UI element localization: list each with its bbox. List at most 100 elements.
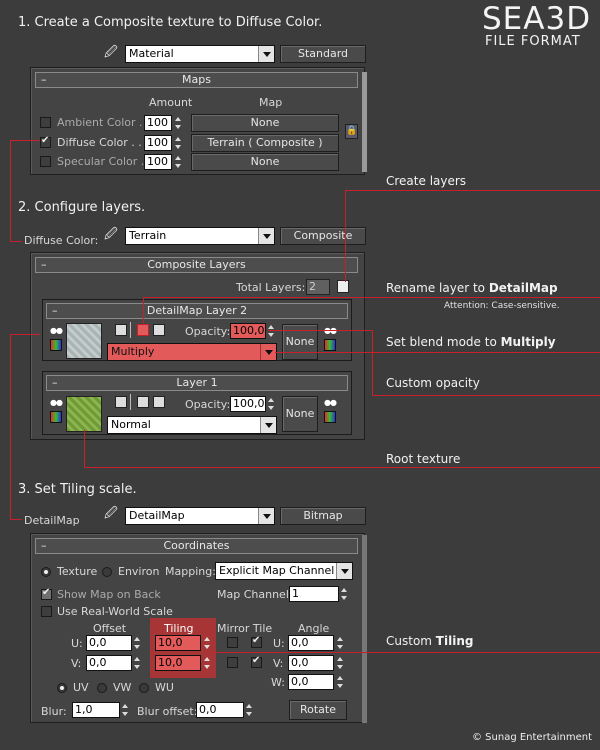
chevron-down-icon	[336, 563, 352, 579]
duplicate-layer-icon[interactable]	[153, 324, 165, 336]
specular-spinner[interactable]	[174, 154, 183, 170]
chevron-down-icon	[258, 228, 274, 244]
total-layers-label: Total Layers:	[236, 281, 306, 294]
show-map-on-back-checkbox[interactable]	[41, 587, 52, 600]
detailmap-slot-label: DetailMap	[24, 514, 80, 527]
eyedropper-icon[interactable]: 🖉	[104, 46, 118, 60]
specular-map-button[interactable]: None	[191, 153, 339, 171]
layer-2-texture-thumb[interactable]	[66, 323, 102, 359]
v-angle-field[interactable]: 0,0	[288, 655, 334, 671]
ambient-checkbox[interactable]	[40, 117, 51, 128]
maps-rollout-header[interactable]: – Maps	[35, 72, 358, 88]
blur-offset-field[interactable]: 0,0	[196, 702, 244, 718]
u-mirror-checkbox[interactable]	[227, 637, 238, 648]
u-tile-checkbox[interactable]	[251, 635, 262, 648]
composite-type-button[interactable]: Composite	[280, 227, 366, 245]
visibility-icon[interactable]: ●●	[50, 327, 63, 335]
layer-1-opacity-field[interactable]: 100,0	[230, 396, 266, 412]
mapping-dropdown[interactable]: Explicit Map Channel	[215, 562, 353, 580]
total-layers-field: 2	[306, 279, 330, 295]
material-type-button[interactable]: Standard	[280, 45, 366, 63]
new-layer-icon[interactable]	[115, 324, 127, 336]
mask-color-correct-icon[interactable]	[324, 339, 336, 351]
rotate-button[interactable]: Rotate	[289, 700, 347, 720]
ambient-spinner[interactable]	[174, 115, 183, 131]
layer-2-blend-dropdown[interactable]: Multiply	[107, 343, 277, 361]
diffuse-spinner[interactable]	[174, 135, 183, 151]
v-label: V:	[71, 657, 82, 670]
composite-layers-header[interactable]: – Composite Layers	[35, 257, 358, 273]
blur-field[interactable]: 1,0	[72, 702, 120, 718]
w-angle-field[interactable]: 0,0	[288, 674, 334, 690]
real-world-scale-checkbox[interactable]	[41, 606, 52, 617]
vw-radio[interactable]	[97, 683, 107, 693]
texture-radio[interactable]	[41, 567, 51, 577]
mask-visibility-icon[interactable]: ●●	[324, 399, 337, 407]
mask-visibility-icon[interactable]: ●●	[324, 327, 337, 335]
diffuse-amount[interactable]: 100	[144, 135, 172, 151]
ambient-amount[interactable]: 100	[144, 115, 172, 131]
rename-layer-icon[interactable]	[137, 324, 149, 336]
maps-scrollbar[interactable]	[362, 72, 367, 172]
u-offset-field[interactable]: 0,0	[86, 635, 132, 651]
v-tiling-field[interactable]: 10,0	[155, 655, 201, 671]
layer-1-texture-thumb[interactable]	[66, 396, 102, 432]
coordinates-header[interactable]: – Coordinates	[35, 538, 358, 554]
v-angle-spinner[interactable]	[336, 655, 345, 671]
v-offset-spinner[interactable]	[133, 655, 142, 671]
color-correct-icon[interactable]	[50, 339, 62, 351]
specular-amount[interactable]: 100	[144, 154, 172, 170]
uv-radio[interactable]	[57, 683, 67, 693]
duplicate-layer-icon[interactable]	[153, 396, 165, 408]
bitmap-type-button[interactable]: Bitmap	[280, 507, 366, 525]
u-angle-spinner[interactable]	[336, 635, 345, 651]
layer-2-header[interactable]: – DetailMap Layer 2	[46, 303, 348, 319]
v-tile-checkbox[interactable]	[251, 655, 262, 668]
blur-offset-spinner[interactable]	[245, 702, 254, 718]
connector-line	[10, 140, 40, 141]
rename-line	[143, 297, 144, 323]
lock-icon[interactable]: 🔒	[345, 124, 358, 139]
ambient-map-button[interactable]: None	[191, 114, 339, 132]
layer-1-opacity-spinner[interactable]	[267, 396, 276, 412]
diffuse-map-button[interactable]: Terrain ( Composite )	[191, 134, 339, 152]
add-layer-icon[interactable]	[337, 280, 349, 293]
new-layer-icon[interactable]	[115, 396, 127, 408]
coordinates-scrollbar[interactable]	[362, 535, 367, 723]
map-channel-spinner[interactable]	[340, 586, 349, 602]
layer-1-mask-button[interactable]: None	[282, 396, 318, 432]
layer-1-header[interactable]: – Layer 1	[46, 375, 348, 391]
diffuse-checkbox[interactable]	[40, 135, 51, 148]
material-name-dropdown[interactable]: Material	[125, 45, 275, 63]
map-channel-field[interactable]: 1	[289, 586, 339, 602]
u-angle-field[interactable]: 0,0	[288, 635, 334, 651]
chevron-down-icon	[260, 417, 276, 433]
environ-radio[interactable]	[102, 567, 112, 577]
u-offset-spinner[interactable]	[133, 635, 142, 651]
wu-radio[interactable]	[139, 683, 149, 693]
eyedropper-icon[interactable]: 🖉	[104, 507, 118, 521]
u-tiling-spinner[interactable]	[203, 635, 212, 651]
mask-color-correct-icon[interactable]	[324, 411, 336, 423]
v-tiling-spinner[interactable]	[203, 655, 212, 671]
composite-name-dropdown[interactable]: Terrain	[125, 227, 275, 245]
layer-2-opacity-field[interactable]: 100,0	[230, 323, 266, 339]
layer-1-blend-dropdown[interactable]: Normal	[107, 416, 277, 434]
layer-2-opacity-spinner[interactable]	[267, 323, 276, 339]
u-tiling-field[interactable]: 10,0	[155, 635, 201, 651]
mirror-tile-header: Mirror Tile	[217, 622, 273, 635]
blur-spinner[interactable]	[121, 702, 130, 718]
u-angle-label: U:	[273, 637, 285, 650]
v-offset-field[interactable]: 0,0	[86, 655, 132, 671]
color-correct-icon[interactable]	[50, 411, 62, 423]
v-mirror-checkbox[interactable]	[227, 657, 238, 668]
w-angle-spinner[interactable]	[336, 674, 345, 690]
visibility-icon[interactable]: ●●	[50, 399, 63, 407]
eyedropper-icon[interactable]: 🖉	[104, 228, 118, 242]
collapse-icon: –	[41, 539, 47, 552]
bitmap-name-dropdown[interactable]: DetailMap	[125, 507, 275, 525]
specular-checkbox[interactable]	[40, 156, 51, 167]
chevron-down-icon	[258, 508, 274, 524]
logo-title: SEA3D	[482, 1, 592, 37]
rename-layer-icon[interactable]	[137, 396, 149, 408]
